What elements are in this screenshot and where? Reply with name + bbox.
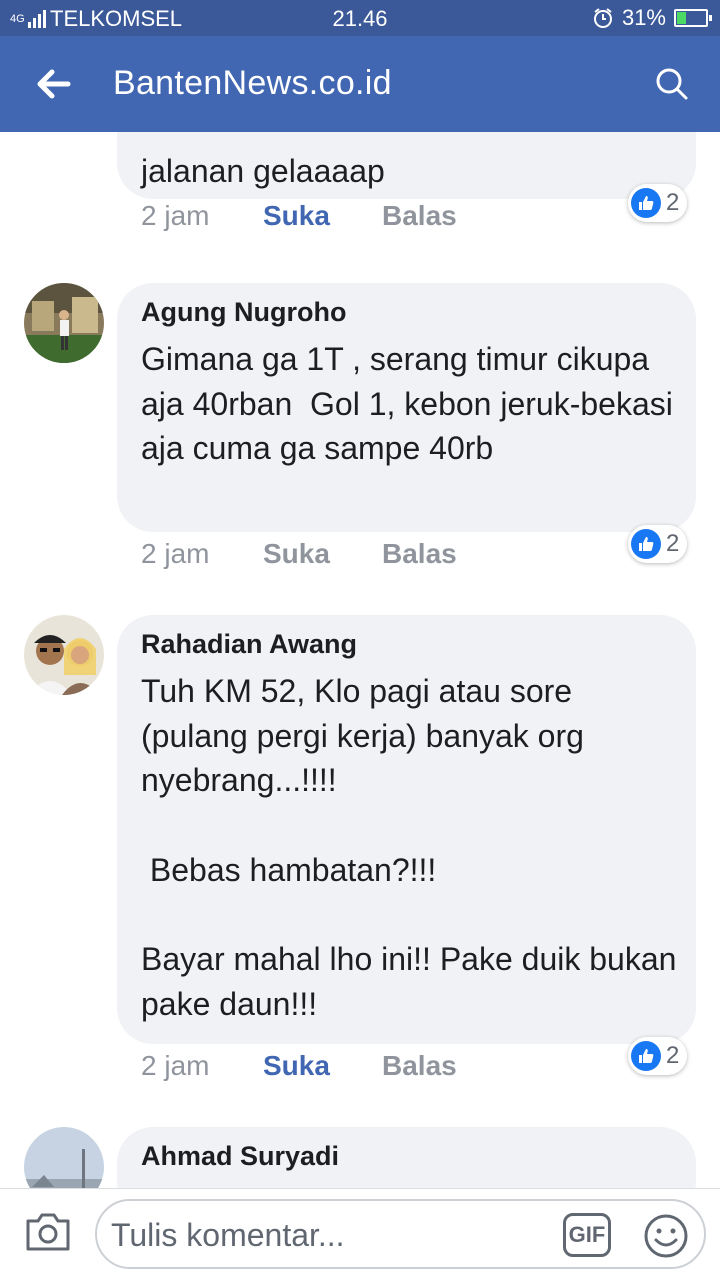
comment-input[interactable] <box>111 1213 551 1257</box>
comment-bubble: Rahadian Awang Tuh KM 52, Klo pagi atau … <box>117 615 696 1044</box>
battery-percent: 31% <box>621 5 666 30</box>
reaction-count-badge[interactable]: 2 <box>628 525 688 563</box>
battery-fill <box>677 12 686 24</box>
comment-time: 2 jam <box>141 200 210 231</box>
reaction-count: 2 <box>666 530 680 557</box>
comment-input-container: GIF <box>95 1199 706 1269</box>
app-bar: BantenNews.co.id <box>0 36 720 132</box>
reaction-count: 2 <box>666 1042 680 1069</box>
avatar[interactable] <box>24 615 104 695</box>
search-icon <box>656 68 688 100</box>
alarm-icon <box>593 8 612 28</box>
comment-bubble: Ahmad Suryadi <box>117 1127 696 1188</box>
comment-text: Gimana ga 1T , serang timur cikupa aja 4… <box>141 341 682 467</box>
comment-time: 2 jam <box>141 1050 210 1081</box>
comment-author[interactable]: Rahadian Awang <box>141 629 357 660</box>
smiley-icon <box>644 1214 688 1258</box>
avatar-photo <box>24 1127 104 1188</box>
arrow-left-icon <box>37 69 71 99</box>
comment-bubble: Agung Nugroho Gimana ga 1T , serang timu… <box>117 283 696 532</box>
reply-button[interactable]: Balas <box>382 1050 457 1082</box>
comment-item: Agung Nugroho Gimana ga 1T , serang timu… <box>0 283 720 583</box>
status-bar: 4G TELKOMSEL 21.46 31% <box>0 0 720 36</box>
back-button[interactable] <box>30 64 80 104</box>
comment-item: Rahadian Awang Tuh KM 52, Klo pagi atau … <box>0 615 720 1095</box>
comment-actions: 2 jam Suka Balas <box>141 538 457 570</box>
comment-actions: 2 jam Suka Balas <box>141 200 457 232</box>
search-button[interactable] <box>652 64 692 104</box>
comment-composer: GIF <box>0 1188 720 1280</box>
comment-actions: 2 jam Suka Balas <box>141 1050 457 1082</box>
status-bar-right: 31% <box>592 5 712 31</box>
camera-button[interactable] <box>24 1209 72 1253</box>
like-button[interactable]: Suka <box>263 538 382 570</box>
emoji-button[interactable] <box>643 1213 689 1259</box>
like-button[interactable]: Suka <box>263 200 382 232</box>
comment-time: 2 jam <box>141 538 210 569</box>
comment-author[interactable]: Ahmad Suryadi <box>141 1141 339 1172</box>
reply-button[interactable]: Balas <box>382 538 457 570</box>
comment-list: jalanan gelaaaap 2 jam Suka Balas 2 Agun… <box>0 132 720 1188</box>
gif-button[interactable]: GIF <box>563 1213 611 1257</box>
camera-icon <box>26 1213 70 1251</box>
avatar-photo <box>24 615 104 695</box>
comment-text: jalanan gelaaaap <box>141 153 385 189</box>
like-button[interactable]: Suka <box>263 1050 382 1082</box>
avatar-photo <box>24 283 104 363</box>
comment-text: Tuh KM 52, Klo pagi atau sore (pulang pe… <box>141 673 677 1022</box>
thumbs-up-icon <box>631 188 661 218</box>
reaction-count: 2 <box>666 189 680 216</box>
reply-button[interactable]: Balas <box>382 200 457 232</box>
comment-author[interactable]: Agung Nugroho <box>141 297 346 328</box>
battery-icon <box>674 9 712 27</box>
comment-item: Ahmad Suryadi <box>0 1127 720 1188</box>
page-title: BantenNews.co.id <box>113 64 392 102</box>
comment-bubble: jalanan gelaaaap <box>117 132 696 199</box>
thumbs-up-icon <box>631 529 661 559</box>
reaction-count-badge[interactable]: 2 <box>628 184 688 222</box>
avatar[interactable] <box>24 1127 104 1188</box>
avatar[interactable] <box>24 283 104 363</box>
reaction-count-badge[interactable]: 2 <box>628 1037 688 1075</box>
thumbs-up-icon <box>631 1041 661 1071</box>
